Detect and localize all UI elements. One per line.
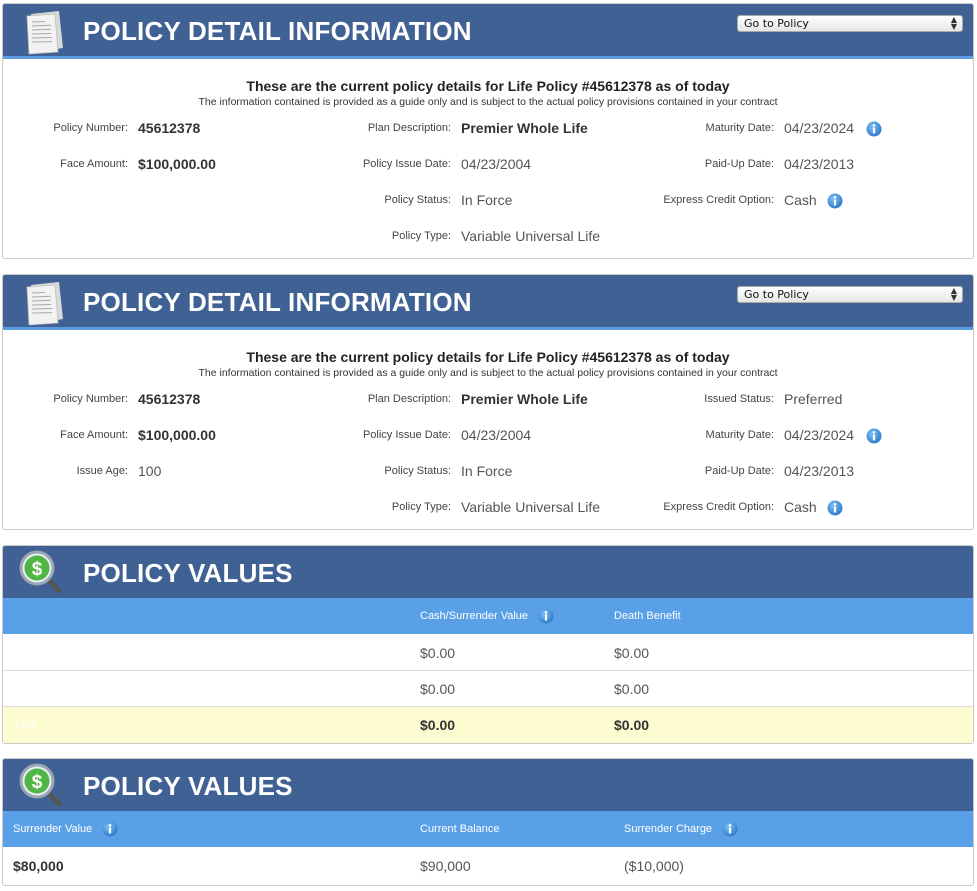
policy-status-value: In Force [461, 463, 513, 479]
total-death-cell: $0.00 [614, 717, 650, 733]
table-header-row: Surrender Value Current Balance Surrende… [3, 811, 973, 847]
select-arrows-icon: ▲ ▼ [950, 286, 957, 302]
policy-values-panel-2: POLICY VALUES Surrender Value Current Ba… [2, 758, 974, 886]
total-row: Total $0.00 $0.00 [3, 707, 973, 743]
intro-disclaimer: The information contained is provided as… [198, 96, 778, 108]
document-icon [19, 279, 69, 329]
policy-issue-date-value: 04/23/2004 [461, 156, 532, 172]
surrender-value-cell: $80,000 [13, 858, 64, 874]
dollar-magnifier-icon [17, 548, 67, 598]
col-header-surrender-charge: Surrender Charge [624, 823, 713, 835]
intro-disclaimer: The information contained is provided as… [198, 367, 778, 379]
plan-description-value: Premier Whole Life [461, 120, 588, 136]
policy-type-label: Policy Type: [391, 501, 451, 513]
policy-number-value: 45612378 [138, 120, 201, 136]
panel-title: POLICY DETAIL INFORMATION [83, 16, 472, 46]
panel-title: POLICY VALUES [83, 771, 293, 801]
col-header-current-balance: Current Balance [420, 823, 500, 835]
policy-type-value: Variable Universal Life [461, 228, 601, 244]
panel-title: POLICY VALUES [83, 558, 293, 588]
paid-up-date-label: Paid-Up Date: [704, 158, 774, 170]
policy-detail-panel-1: POLICY DETAIL INFORMATION Go to Policy ▲… [2, 3, 974, 259]
face-amount-label: Face Amount: [60, 158, 128, 170]
issued-status-label: Issued Status: [704, 393, 774, 405]
issue-age-value: 100 [138, 463, 162, 479]
maturity-info-icon[interactable] [866, 121, 882, 137]
plan-description-label: Plan Description: [367, 122, 451, 134]
surrender-charge-cell: ($10,000) [624, 858, 684, 874]
face-amount-value: $100,000.00 [138, 427, 216, 443]
intro: These are the current policy details for… [3, 349, 973, 379]
policy-issue-date-value: 04/23/2004 [461, 427, 532, 443]
paid-up-date-label: Paid-Up Date: [704, 465, 774, 477]
face-amount-value: $100,000.00 [138, 156, 216, 172]
maturity-date-value: 04/23/2024 [784, 427, 855, 443]
issued-status-value: Preferred [784, 391, 843, 407]
panel-header: POLICY VALUES [3, 546, 973, 598]
select-value: Go to Policy [744, 17, 809, 30]
total-label: Total [13, 719, 37, 731]
table-row: $0.00 $0.00 [3, 635, 973, 671]
express-credit-label: Express Credit Option: [663, 194, 774, 206]
death-benefit-cell: $0.00 [614, 645, 650, 661]
surrender-value-info-icon[interactable] [102, 821, 118, 837]
policy-number-label: Policy Number: [53, 393, 128, 405]
policy-issue-date-label: Policy Issue Date: [362, 429, 451, 441]
face-amount-label: Face Amount: [60, 429, 128, 441]
policy-detail-panel-2: POLICY DETAIL INFORMATION Go to Policy ▲… [2, 274, 974, 530]
cash-value-cell: $0.00 [420, 645, 456, 661]
paid-up-date-value: 04/23/2013 [784, 156, 855, 172]
table-row: $0.00 $0.00 [3, 671, 973, 707]
panel-title: POLICY DETAIL INFORMATION [83, 287, 472, 317]
go-to-policy-select[interactable]: Go to Policy ▲ ▼ [737, 286, 963, 303]
paid-up-date-value: 04/23/2013 [784, 463, 855, 479]
maturity-date-label: Maturity Date: [705, 429, 774, 441]
maturity-info-icon[interactable] [866, 428, 882, 444]
col-header-surrender-value: Surrender Value [13, 823, 93, 835]
express-credit-label: Express Credit Option: [663, 501, 774, 513]
total-cash-cell: $0.00 [420, 717, 456, 733]
col-header-cash-surrender: Cash/Surrender Value [420, 610, 529, 622]
panel-header: POLICY DETAIL INFORMATION Go to Policy ▲… [3, 275, 973, 330]
express-credit-info-icon[interactable] [827, 193, 843, 209]
col-header-death-benefit: Death Benefit [614, 610, 681, 622]
intro-heading: These are the current policy details for… [246, 78, 730, 94]
policy-values-panel-1: POLICY VALUES Cash/Surrender Value Death… [2, 545, 974, 744]
intro: These are the current policy details for… [3, 78, 973, 108]
plan-description-label: Plan Description: [367, 393, 451, 405]
maturity-date-label: Maturity Date: [705, 122, 774, 134]
table-header-row: Cash/Surrender Value Death Benefit [3, 598, 973, 634]
death-benefit-cell: $0.00 [614, 681, 650, 697]
express-credit-info-icon[interactable] [827, 500, 843, 516]
plan-description-value: Premier Whole Life [461, 391, 588, 407]
policy-type-label: Policy Type: [391, 230, 451, 242]
current-balance-cell: $90,000 [420, 858, 471, 874]
issue-age-label: Issue Age: [76, 465, 128, 477]
policy-type-value: Variable Universal Life [461, 499, 601, 515]
surrender-charge-info-icon[interactable] [722, 821, 738, 837]
table-row: $80,000 $90,000 ($10,000) [3, 848, 973, 883]
policy-number-label: Policy Number: [53, 122, 128, 134]
express-credit-value: Cash [784, 499, 817, 515]
express-credit-value: Cash [784, 192, 817, 208]
policy-status-label: Policy Status: [384, 194, 451, 206]
dollar-magnifier-icon [17, 761, 67, 811]
maturity-date-value: 04/23/2024 [784, 120, 855, 136]
intro-heading: These are the current policy details for… [246, 349, 730, 365]
go-to-policy-select[interactable]: Go to Policy ▲ ▼ [737, 15, 963, 32]
policy-status-label: Policy Status: [384, 465, 451, 477]
panel-header: POLICY VALUES [3, 759, 973, 811]
cash-surrender-info-icon[interactable] [538, 608, 554, 624]
policy-number-value: 45612378 [138, 391, 201, 407]
cash-value-cell: $0.00 [420, 681, 456, 697]
policy-status-value: In Force [461, 192, 513, 208]
select-arrows-icon: ▲ ▼ [950, 15, 957, 31]
document-icon [19, 8, 69, 58]
policy-issue-date-label: Policy Issue Date: [362, 158, 451, 170]
select-value: Go to Policy [744, 288, 809, 301]
panel-header: POLICY DETAIL INFORMATION Go to Policy ▲… [3, 4, 973, 59]
